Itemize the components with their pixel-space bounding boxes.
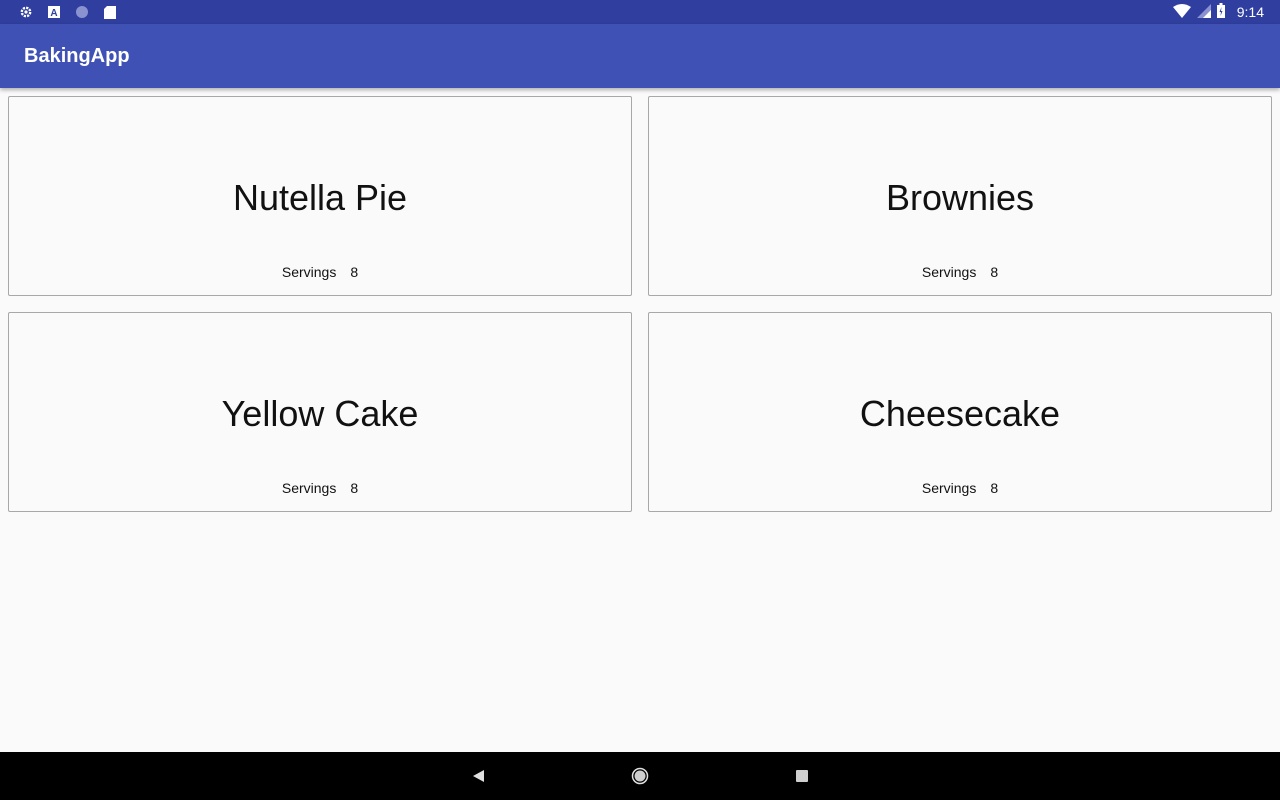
app-bar: BakingApp [0, 24, 1280, 88]
recipe-name: Brownies [885, 177, 1035, 218]
sd-card-icon [102, 4, 118, 20]
back-icon[interactable] [468, 766, 488, 786]
signal-icon [1196, 3, 1211, 21]
recipe-name: Nutella Pie [232, 177, 408, 218]
status-notifications: A [18, 4, 118, 20]
recipe-servings: Servings 8 [649, 480, 1271, 496]
servings-value: 8 [990, 480, 999, 496]
status-time: 9:14 [1236, 4, 1264, 20]
font-a-icon: A [46, 4, 62, 20]
servings-value: 8 [350, 480, 359, 496]
circle-icon [74, 4, 90, 20]
home-icon[interactable] [630, 766, 650, 786]
settings-icon [18, 4, 34, 20]
status-bar: A 9:14 [0, 0, 1280, 24]
svg-text:A: A [50, 8, 57, 18]
status-system: 9:14 [1172, 3, 1264, 21]
servings-label: Servings [921, 480, 977, 496]
recents-icon[interactable] [792, 766, 812, 786]
app-title: BakingApp [24, 45, 130, 67]
navigation-bar [0, 752, 1280, 800]
servings-label: Servings [921, 264, 977, 280]
recipe-servings: Servings 8 [9, 480, 631, 496]
recipe-name: Yellow Cake [221, 393, 419, 434]
servings-value: 8 [350, 264, 359, 280]
recipe-name: Cheesecake [859, 393, 1061, 434]
battery-icon [1216, 3, 1225, 21]
recipe-servings: Servings 8 [9, 264, 631, 280]
servings-value: 8 [990, 264, 999, 280]
recipe-card-brownies[interactable]: Brownies Servings 8 [648, 96, 1272, 296]
wifi-icon [1172, 3, 1191, 21]
recipe-card-yellow-cake[interactable]: Yellow Cake Servings 8 [8, 312, 632, 512]
recipe-grid: Nutella Pie Servings 8 Brownies Servings 8… [8, 96, 1272, 512]
recipe-servings: Servings 8 [649, 264, 1271, 280]
servings-label: Servings [281, 264, 337, 280]
recipe-card-cheesecake[interactable]: Cheesecake Servings 8 [648, 312, 1272, 512]
recipe-card-nutella-pie[interactable]: Nutella Pie Servings 8 [8, 96, 632, 296]
servings-label: Servings [281, 480, 337, 496]
